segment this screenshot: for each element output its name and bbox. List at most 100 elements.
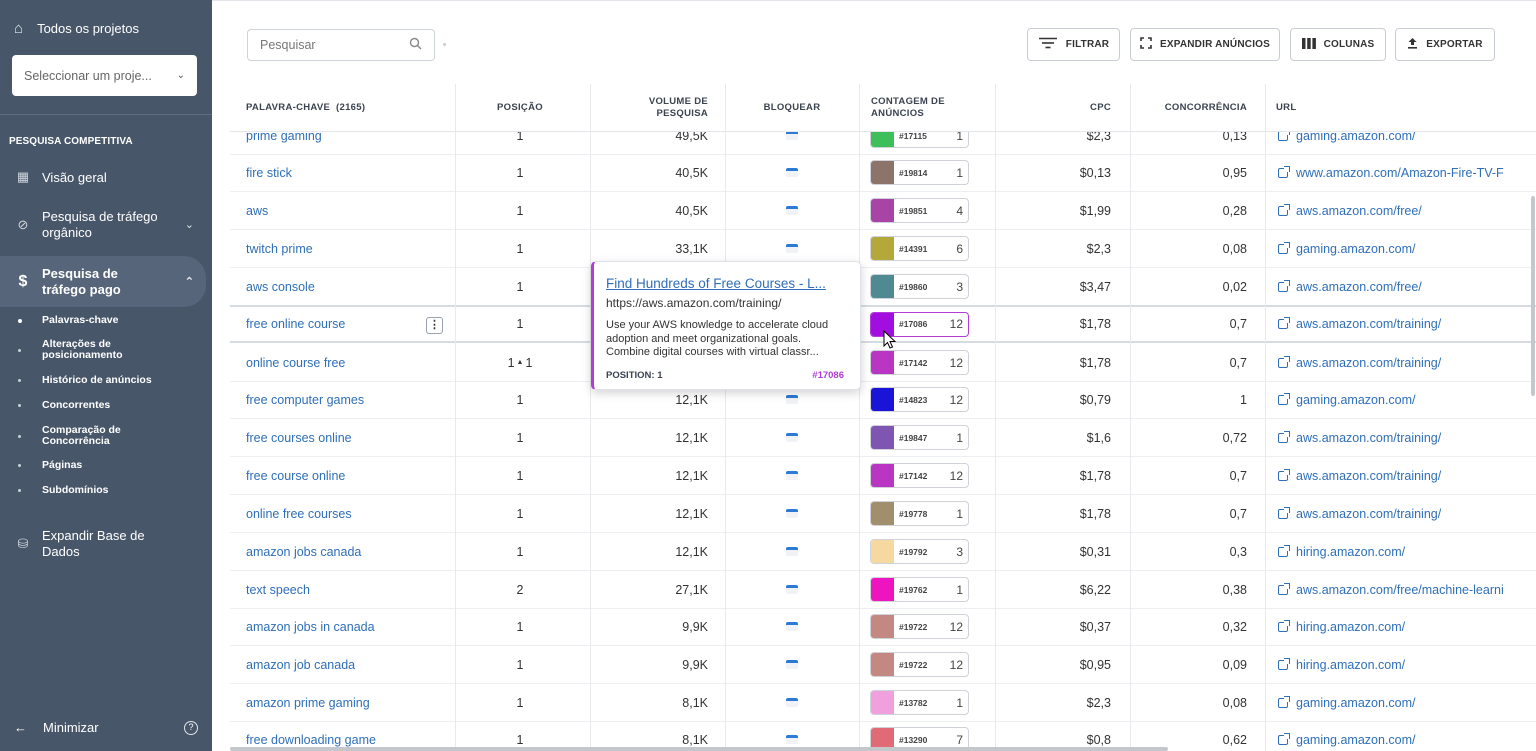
sub-item-competition-comparison[interactable]: Comparação de Concorrência [18, 425, 142, 447]
vertical-scrollbar[interactable] [1531, 196, 1535, 396]
horizontal-scrollbar[interactable] [230, 747, 1168, 751]
keyword-link[interactable]: free course online [246, 457, 345, 494]
keyword-link[interactable]: amazon jobs canada [246, 533, 361, 570]
ad-count-badge[interactable]: #14391 6 [870, 236, 969, 261]
block-toggle[interactable] [783, 684, 801, 721]
header-ad-count[interactable]: CONTAGEM DE ANÚNCIOS [871, 84, 961, 132]
header-position[interactable]: POSIÇÃO [480, 84, 560, 132]
ad-count-badge[interactable]: #13782 1 [870, 690, 969, 715]
sub-item-pages[interactable]: Páginas [18, 460, 82, 471]
url-link[interactable]: hiring.amazon.com/ [1278, 533, 1405, 570]
table-row[interactable]: amazon jobs in canada 1 9,9K #19722 12 $0,37 0… [230, 608, 1536, 646]
ad-count-badge[interactable]: #19814 1 [870, 160, 969, 185]
url-link[interactable]: gaming.amazon.com/ [1278, 230, 1416, 267]
block-toggle[interactable] [783, 154, 801, 191]
keyword-link[interactable]: fire stick [246, 154, 292, 191]
table-row[interactable]: free course online 1 12,1K #17142 12 $1,78 0,7… [230, 457, 1536, 495]
ad-count-badge[interactable]: #19778 1 [870, 501, 969, 526]
header-volume[interactable]: VOLUME DE PESQUISA [630, 84, 708, 132]
ad-title-link[interactable]: Find Hundreds of Free Courses - L... [606, 276, 848, 291]
ad-count-badge[interactable]: #19847 1 [870, 425, 969, 450]
table-row[interactable]: aws console 1 #19860 3 $3,47 0,02 aws.amazon.c… [230, 268, 1536, 306]
sub-item-keywords[interactable]: Palavras-chave [18, 315, 118, 326]
url-link[interactable]: gaming.amazon.com/ [1278, 381, 1416, 418]
block-toggle[interactable] [783, 495, 801, 532]
ad-count-cell[interactable]: #19792 3 [870, 533, 969, 570]
header-cpc[interactable]: CPC [1030, 84, 1111, 132]
ad-count-cell[interactable]: #19762 1 [870, 571, 969, 608]
project-select[interactable]: Seleccionar um proje... ⌄ [12, 55, 197, 96]
keyword-link[interactable]: free computer games [246, 381, 364, 418]
more-options-icon[interactable]: ⋮ [426, 317, 443, 334]
block-toggle[interactable] [783, 608, 801, 645]
table-row[interactable]: free courses online 1 12,1K #19847 1 $1,6 0,72… [230, 419, 1536, 457]
ad-count-badge[interactable]: #19762 1 [870, 577, 969, 602]
table-row[interactable]: text speech 2 27,1K #19762 1 $6,22 0,38 aws.ama… [230, 571, 1536, 609]
url-link[interactable]: hiring.amazon.com/ [1278, 608, 1405, 645]
minimize-button[interactable]: ← Minimizar ? [14, 720, 198, 735]
url-link[interactable]: aws.amazon.com/free/machine-learni [1278, 571, 1504, 608]
export-button[interactable]: EXPORTAR [1395, 28, 1495, 61]
url-link[interactable]: aws.amazon.com/training/ [1278, 457, 1441, 494]
block-toggle[interactable] [783, 457, 801, 494]
keyword-link[interactable]: amazon prime gaming [246, 684, 370, 721]
all-projects-link[interactable]: ⌂ Todos os projetos [0, 0, 212, 37]
sub-item-subdomains[interactable]: Subdomínios [18, 485, 109, 496]
block-toggle[interactable] [783, 646, 801, 683]
keyword-link[interactable]: aws console [246, 268, 315, 305]
ad-count-cell[interactable]: #14823 12 [870, 381, 969, 418]
url-link[interactable]: aws.amazon.com/training/ [1278, 419, 1441, 456]
sidebar-item-overview[interactable]: ▦ Visão geral [0, 167, 206, 187]
keyword-link[interactable]: free courses online [246, 419, 352, 456]
keyword-link[interactable]: aws [246, 192, 268, 229]
keyword-link[interactable]: amazon jobs in canada [246, 608, 375, 645]
sub-item-ad-history[interactable]: Histórico de anúncios [18, 375, 152, 386]
header-url[interactable]: URL [1276, 84, 1296, 132]
keyword-link[interactable]: online free courses [246, 495, 352, 532]
block-toggle[interactable] [783, 571, 801, 608]
url-link[interactable]: aws.amazon.com/training/ [1278, 495, 1441, 532]
ad-count-cell[interactable]: #19847 1 [870, 419, 969, 456]
block-toggle[interactable] [783, 192, 801, 229]
table-row[interactable]: online free courses 1 12,1K #19778 1 $1,78 0,7… [230, 495, 1536, 533]
table-row[interactable]: amazon job canada 1 9,9K #19722 12 $0,95 0,09 h… [230, 646, 1536, 684]
ad-count-cell[interactable]: #19851 4 [870, 192, 969, 229]
block-toggle[interactable] [783, 533, 801, 570]
keyword-link[interactable]: amazon job canada [246, 646, 355, 683]
ad-count-cell[interactable]: #13782 1 [870, 684, 969, 721]
table-row[interactable]: amazon prime gaming 1 8,1K #13782 1 $2,3 0,08 g… [230, 684, 1536, 722]
table-row[interactable]: amazon jobs canada 1 12,1K #19792 3 $0,31 0,3 h… [230, 533, 1536, 571]
url-link[interactable]: gaming.amazon.com/ [1278, 721, 1416, 751]
url-link[interactable]: aws.amazon.com/training/ [1278, 307, 1441, 341]
block-toggle[interactable] [783, 419, 801, 456]
ad-count-cell[interactable]: #17142 12 [870, 457, 969, 494]
ad-count-badge[interactable]: #19851 4 [870, 198, 969, 223]
sub-item-competitors[interactable]: Concorrentes [18, 400, 110, 411]
filter-button[interactable]: FILTRAR [1027, 28, 1120, 61]
sidebar-item-organic[interactable]: ⊘ Pesquisa de tráfego orgânico ⌄ [0, 208, 206, 242]
url-link[interactable]: aws.amazon.com/free/ [1278, 268, 1422, 305]
sub-item-position-changes[interactable]: Alterações de posicionamento [18, 339, 142, 361]
header-keyword[interactable]: PALAVRA-CHAVE (2165) [246, 84, 365, 132]
ad-count-cell[interactable]: #14391 6 [870, 230, 969, 267]
sidebar-item-paid[interactable]: $ Pesquisa de tráfego pago ⌃ [0, 256, 206, 307]
ad-count-cell[interactable]: #19778 1 [870, 495, 969, 532]
keyword-link[interactable]: online course free [246, 344, 345, 381]
url-link[interactable]: www.amazon.com/Amazon-Fire-TV-F [1278, 154, 1504, 191]
table-row[interactable]: twitch prime 1 33,1K #14391 6 $2,3 0,08 gaming.… [230, 230, 1536, 268]
help-icon[interactable]: ? [184, 720, 198, 735]
header-competition[interactable]: CONCORRÊNCIA [1150, 84, 1247, 132]
ad-count-badge[interactable]: #19860 3 [870, 274, 969, 299]
ad-count-badge[interactable]: #19722 12 [870, 652, 969, 677]
ad-count-cell[interactable]: #19860 3 [870, 268, 969, 305]
ad-count-cell[interactable]: #19722 12 [870, 646, 969, 683]
url-link[interactable]: hiring.amazon.com/ [1278, 646, 1405, 683]
table-row[interactable]: fire stick 1 40,5K #19814 1 $0,13 0,95 www.amaz… [230, 154, 1536, 192]
ad-count-badge[interactable]: #17142 12 [870, 463, 969, 488]
ad-count-cell[interactable]: #19814 1 [870, 154, 969, 191]
keyword-link[interactable]: text speech [246, 571, 310, 608]
ad-count-badge[interactable]: #19792 3 [870, 539, 969, 564]
url-link[interactable]: gaming.amazon.com/ [1278, 684, 1416, 721]
search-input[interactable]: Pesquisar [247, 29, 435, 61]
ad-count-badge[interactable]: #14823 12 [870, 387, 969, 412]
